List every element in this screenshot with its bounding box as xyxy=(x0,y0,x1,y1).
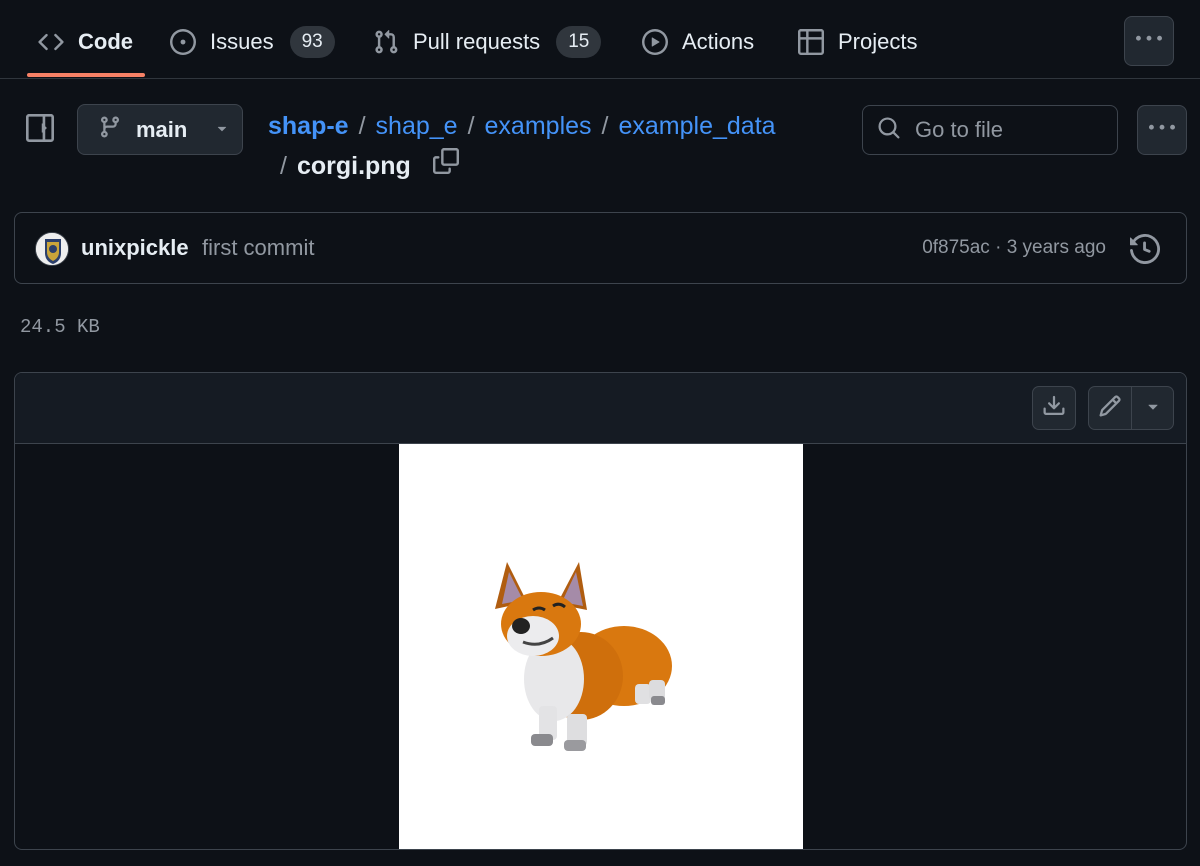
issues-count-badge: 93 xyxy=(289,26,335,58)
pull-requests-count-badge: 15 xyxy=(556,26,602,58)
breadcrumb-file-row: / corgi.png xyxy=(280,146,461,186)
play-icon xyxy=(642,29,668,55)
tab-code-label: Code xyxy=(78,29,133,54)
commit-meta-separator: · xyxy=(995,237,1002,258)
file-viewer-toolbar xyxy=(15,373,1186,444)
active-tab-underline xyxy=(27,73,145,77)
copy-icon xyxy=(432,146,459,186)
repo-nav: Code Issues 93 Pull requests 15 Actions … xyxy=(0,0,1200,79)
edit-options-dropdown-button[interactable] xyxy=(1131,386,1174,430)
breadcrumb-separator: / xyxy=(280,152,287,180)
tab-projects[interactable]: Projects xyxy=(798,16,917,68)
corgi-image xyxy=(495,562,672,751)
breadcrumb-separator: / xyxy=(601,112,609,140)
copy-path-button[interactable] xyxy=(431,148,461,181)
git-branch-icon xyxy=(98,115,122,145)
nav-more-button[interactable] xyxy=(1124,16,1174,66)
image-preview xyxy=(399,444,803,849)
sidebar-expand-icon xyxy=(26,113,54,147)
go-to-file-search[interactable] xyxy=(862,105,1118,155)
breadcrumb-current-file: corgi.png xyxy=(296,152,411,180)
breadcrumb-repo-link[interactable]: shap-e xyxy=(268,112,349,140)
code-icon xyxy=(38,29,64,55)
triangle-down-icon xyxy=(1143,396,1163,421)
file-more-button[interactable] xyxy=(1137,105,1187,155)
tab-actions-label: Actions xyxy=(682,29,755,54)
breadcrumb-dir-link[interactable]: shap_e xyxy=(376,112,458,140)
kebab-horizontal-icon xyxy=(1136,26,1162,57)
branch-selector-button[interactable]: main xyxy=(77,104,243,155)
tab-projects-label: Projects xyxy=(838,29,918,54)
commit-time: 3 years ago xyxy=(1006,237,1106,258)
issue-opened-icon xyxy=(170,29,196,55)
search-icon xyxy=(877,116,901,145)
breadcrumb-dir-link[interactable]: examples xyxy=(485,112,592,140)
git-pull-request-icon xyxy=(373,29,399,55)
commit-author-link[interactable]: unixpickle xyxy=(81,235,189,261)
go-to-file-input[interactable] xyxy=(913,116,1103,144)
commit-message-link[interactable]: first commit xyxy=(202,235,314,261)
download-raw-button[interactable] xyxy=(1032,386,1076,430)
history-icon[interactable] xyxy=(1130,233,1161,265)
breadcrumb: shap-e / shap_e / examples / example_data xyxy=(268,106,828,146)
breadcrumb-separator: / xyxy=(467,112,475,140)
breadcrumb-separator: / xyxy=(358,112,366,140)
commit-sha-link[interactable]: 0f875ac xyxy=(922,237,990,258)
latest-commit-box: unixpickle first commit 0f875ac · 3 year… xyxy=(14,212,1187,284)
avatar[interactable] xyxy=(35,232,69,266)
tab-code[interactable]: Code xyxy=(38,16,133,68)
tab-pull-requests[interactable]: Pull requests 15 xyxy=(373,16,602,68)
triangle-down-icon xyxy=(213,117,231,143)
tab-issues-label: Issues xyxy=(210,29,274,54)
file-size-label: 24.5 KB xyxy=(20,316,100,338)
file-viewer xyxy=(14,372,1187,850)
kebab-horizontal-icon xyxy=(1149,115,1175,146)
tab-pull-requests-label: Pull requests xyxy=(413,29,541,54)
pencil-icon xyxy=(1098,394,1122,423)
download-icon xyxy=(1042,394,1066,423)
commit-meta: 0f875ac · 3 years ago xyxy=(922,237,1106,259)
branch-name: main xyxy=(136,116,188,142)
table-icon xyxy=(798,29,824,55)
edit-file-button[interactable] xyxy=(1088,386,1132,430)
sidebar-toggle-button[interactable] xyxy=(22,112,58,148)
tab-actions[interactable]: Actions xyxy=(642,16,754,68)
tab-issues[interactable]: Issues 93 xyxy=(170,16,335,68)
breadcrumb-dir-link[interactable]: example_data xyxy=(618,112,775,140)
